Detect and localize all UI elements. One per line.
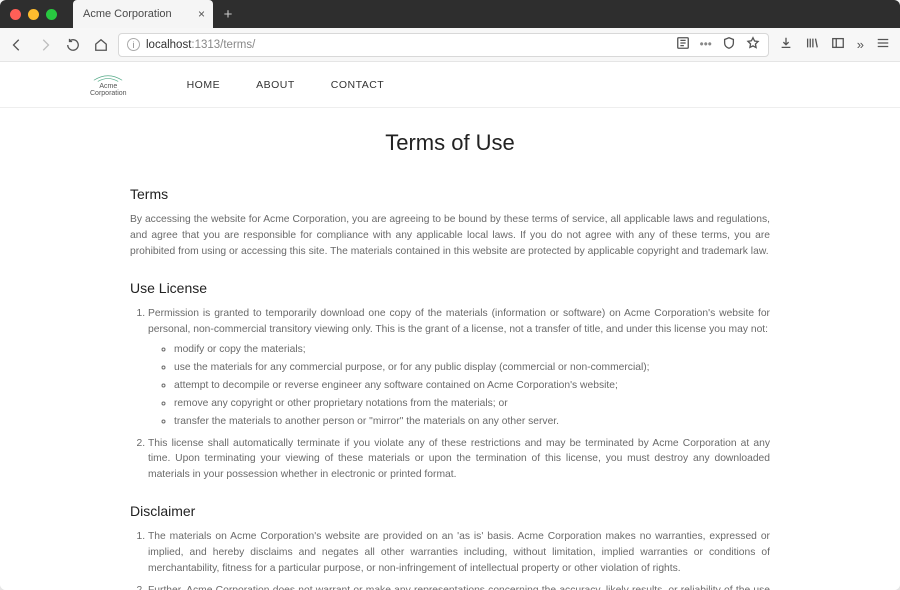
- site-header: Acme Corporation HOME ABOUT CONTACT: [0, 62, 900, 108]
- terms-heading: Terms: [130, 186, 770, 202]
- url-toolbar: i localhost:1313/terms/ ••• »: [0, 28, 900, 62]
- minimize-window-button[interactable]: [28, 9, 39, 20]
- nav-contact[interactable]: CONTACT: [331, 79, 384, 91]
- disclaimer-item1: The materials on Acme Corporation's webs…: [148, 529, 770, 577]
- browser-window: Acme Corporation × + i localhost:1313/te…: [0, 0, 900, 590]
- reload-button[interactable]: [66, 38, 80, 52]
- site-info-icon[interactable]: i: [127, 38, 140, 51]
- page-title: Terms of Use: [130, 130, 770, 156]
- browser-tab[interactable]: Acme Corporation ×: [73, 0, 213, 28]
- protection-icon[interactable]: [722, 36, 736, 53]
- logo-text-2: Corporation: [90, 90, 127, 97]
- site-logo[interactable]: Acme Corporation: [90, 73, 127, 97]
- license-bullet-e: transfer the materials to another person…: [174, 414, 770, 430]
- library-icon[interactable]: [805, 36, 819, 53]
- terms-body: By accessing the website for Acme Corpor…: [130, 212, 770, 260]
- titlebar: Acme Corporation × +: [0, 0, 900, 28]
- window-controls: [10, 9, 57, 20]
- license-item2: This license shall automatically termina…: [148, 436, 770, 484]
- menu-icon[interactable]: [876, 36, 890, 53]
- main-nav: HOME ABOUT CONTACT: [187, 79, 385, 91]
- more-icon[interactable]: •••: [700, 39, 712, 51]
- license-bullet-d: remove any copyright or other proprietar…: [174, 396, 770, 412]
- license-list: Permission is granted to temporarily dow…: [130, 306, 770, 484]
- close-tab-icon[interactable]: ×: [198, 7, 205, 21]
- forward-button[interactable]: [38, 38, 52, 52]
- license-heading: Use License: [130, 280, 770, 296]
- tab-title: Acme Corporation: [83, 8, 172, 20]
- downloads-icon[interactable]: [779, 36, 793, 53]
- back-button[interactable]: [10, 38, 24, 52]
- nav-about[interactable]: ABOUT: [256, 79, 295, 91]
- url-text: localhost:1313/terms/: [146, 39, 255, 51]
- disclaimer-item2: Further, Acme Corporation does not warra…: [148, 583, 770, 590]
- license-item1: Permission is granted to temporarily dow…: [148, 308, 770, 335]
- disclaimer-heading: Disclaimer: [130, 503, 770, 519]
- close-window-button[interactable]: [10, 9, 21, 20]
- license-bullet-c: attempt to decompile or reverse engineer…: [174, 378, 770, 394]
- overflow-icon[interactable]: »: [857, 37, 864, 52]
- new-tab-button[interactable]: +: [217, 3, 239, 25]
- nav-home[interactable]: HOME: [187, 79, 221, 91]
- bookmark-star-icon[interactable]: [746, 36, 760, 53]
- maximize-window-button[interactable]: [46, 9, 57, 20]
- reader-mode-icon[interactable]: [676, 36, 690, 53]
- disclaimer-list: The materials on Acme Corporation's webs…: [130, 529, 770, 590]
- page-content: Terms of Use Terms By accessing the webs…: [130, 108, 770, 590]
- logo-text-1: Acme: [99, 83, 117, 90]
- sidebar-icon[interactable]: [831, 36, 845, 53]
- license-bullet-a: modify or copy the materials;: [174, 342, 770, 358]
- page-viewport[interactable]: Acme Corporation HOME ABOUT CONTACT Term…: [0, 62, 900, 590]
- home-button[interactable]: [94, 38, 108, 52]
- address-bar[interactable]: i localhost:1313/terms/ •••: [118, 33, 769, 57]
- license-bullet-b: use the materials for any commercial pur…: [174, 360, 770, 376]
- logo-mark-icon: [91, 73, 125, 83]
